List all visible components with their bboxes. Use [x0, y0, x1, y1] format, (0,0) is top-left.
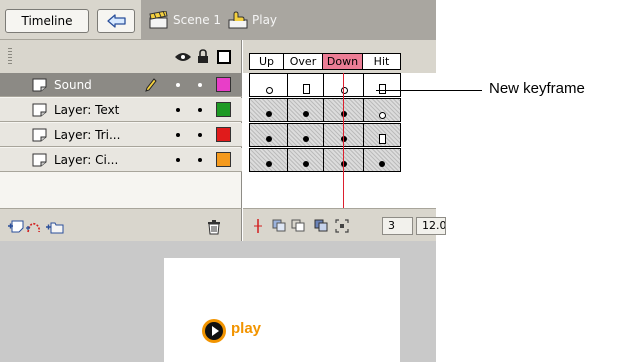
- insert-folder-icon[interactable]: [46, 220, 64, 234]
- panel-grip[interactable]: [8, 48, 12, 66]
- frame-footer: 3 12.0 fps: [243, 208, 446, 241]
- layer-color-swatch[interactable]: [216, 102, 231, 117]
- frame-cell[interactable]: [363, 123, 401, 147]
- layer-row-triangle[interactable]: Layer: Tri...: [0, 123, 242, 147]
- frame-cell[interactable]: [363, 98, 401, 122]
- timeline-button-label: Timeline: [21, 14, 73, 28]
- keyframe-icon: [265, 136, 272, 142]
- layer-footer: [0, 208, 242, 241]
- eye-icon[interactable]: [175, 52, 191, 62]
- visibility-dot[interactable]: [176, 133, 180, 137]
- left-arrow-icon: [107, 14, 126, 28]
- frame-cell[interactable]: [287, 98, 324, 122]
- onion-outline-icon[interactable]: [291, 219, 305, 232]
- layer-icon: [32, 103, 47, 117]
- breadcrumb: Scene 1 Play: [141, 0, 436, 40]
- layer-color-swatch[interactable]: [216, 77, 231, 92]
- keyframe-icon: [302, 111, 309, 117]
- onion-markers-icon[interactable]: [335, 219, 349, 233]
- stage-canvas[interactable]: play: [164, 258, 400, 362]
- layer-name: Layer: Ci...: [54, 153, 119, 167]
- frame-end-icon: [379, 134, 386, 144]
- layer-icon: [32, 128, 47, 142]
- layer-header: [0, 40, 242, 73]
- frame-cell[interactable]: [249, 123, 288, 147]
- visibility-dot[interactable]: [176, 158, 180, 162]
- frame-label-hit[interactable]: Hit: [362, 53, 401, 70]
- empty-keyframe-icon: [340, 87, 348, 94]
- lock-dot[interactable]: [198, 83, 202, 87]
- frame-rate-field[interactable]: 12.0 fps: [416, 217, 446, 235]
- frame-label-up[interactable]: Up: [249, 53, 284, 70]
- keyframe-icon: [302, 161, 309, 167]
- play-logo-icon: [202, 319, 226, 343]
- lock-dot[interactable]: [198, 158, 202, 162]
- callout-label: New keyframe: [489, 80, 585, 97]
- empty-keyframe-icon: [265, 87, 273, 94]
- layer-icon: [32, 153, 47, 167]
- frame-cell[interactable]: [249, 98, 288, 122]
- layer-color-swatch[interactable]: [216, 152, 231, 167]
- outline-icon[interactable]: [217, 50, 231, 64]
- button-symbol-icon: [228, 11, 248, 29]
- visibility-dot[interactable]: [176, 108, 180, 112]
- frame-cell[interactable]: [363, 148, 401, 172]
- edit-multiple-frames-icon[interactable]: [314, 219, 328, 232]
- breadcrumb-scene-label: Scene 1: [173, 13, 222, 27]
- keyframe-icon: [265, 111, 272, 117]
- timeline-button[interactable]: Timeline: [5, 9, 89, 33]
- layer-row-text[interactable]: Layer: Text: [0, 98, 242, 122]
- insert-layer-icon[interactable]: [8, 220, 24, 234]
- current-frame-field[interactable]: 3: [382, 217, 413, 235]
- frame-label-over[interactable]: Over: [283, 53, 323, 70]
- layer-row-circle[interactable]: Layer: Ci...: [0, 148, 242, 172]
- breadcrumb-symbol-label: Play: [252, 13, 278, 27]
- frame-end-icon: [302, 84, 310, 94]
- motion-guide-icon[interactable]: [26, 220, 42, 234]
- layer-name: Layer: Text: [54, 103, 120, 117]
- center-frame-icon[interactable]: [253, 219, 263, 233]
- pencil-icon: [145, 78, 157, 92]
- frame-cell[interactable]: [287, 148, 324, 172]
- onion-skin-icon[interactable]: [272, 219, 286, 232]
- empty-keyframe-icon: [379, 112, 386, 119]
- layer-icon: [32, 78, 47, 92]
- stage-area: play: [0, 241, 436, 362]
- layer-name: Layer: Tri...: [54, 128, 121, 142]
- layer-name: Sound: [54, 78, 92, 92]
- clapper-icon: [149, 11, 168, 29]
- lock-dot[interactable]: [198, 108, 202, 112]
- lock-icon[interactable]: [197, 49, 209, 64]
- frame-label-down[interactable]: Down: [322, 53, 363, 70]
- visibility-dot[interactable]: [176, 83, 180, 87]
- lock-dot[interactable]: [198, 133, 202, 137]
- keyframe-icon: [265, 161, 272, 167]
- keyframe-icon: [302, 136, 309, 142]
- frame-grid: [243, 73, 436, 208]
- frame-header: Up Over Down Hit: [243, 40, 436, 73]
- play-button-label: play: [231, 320, 262, 337]
- frame-cell[interactable]: [287, 123, 324, 147]
- keyframe-icon: [379, 161, 385, 167]
- trash-icon[interactable]: [207, 220, 221, 235]
- layer-row-sound[interactable]: Sound: [0, 73, 242, 97]
- frame-end-icon: [379, 84, 386, 94]
- layer-list: Sound Layer: Text Layer: Tri... Layer: C…: [0, 73, 242, 208]
- frame-cell[interactable]: [249, 73, 288, 97]
- frame-cell[interactable]: [287, 73, 324, 97]
- timeline-toolbar: Timeline Scene 1 Play: [0, 0, 436, 40]
- back-button[interactable]: [97, 9, 135, 33]
- frame-cell[interactable]: [363, 73, 401, 97]
- frame-cell[interactable]: [249, 148, 288, 172]
- callout-leader-line: [376, 90, 482, 91]
- layer-color-swatch[interactable]: [216, 127, 231, 142]
